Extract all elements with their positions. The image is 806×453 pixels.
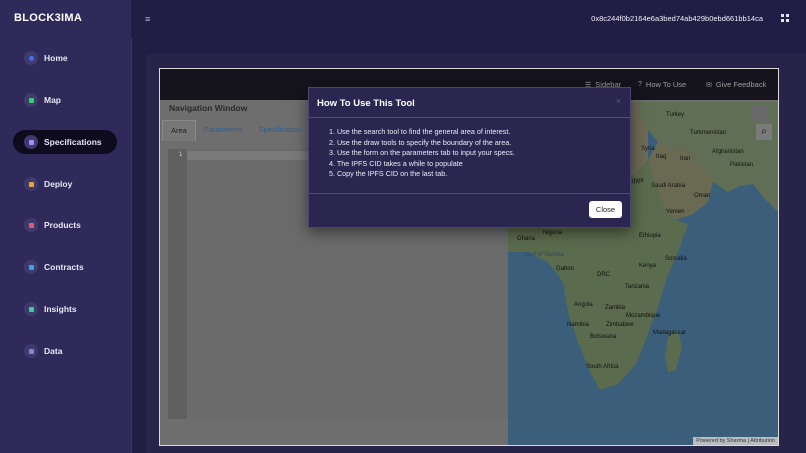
sidebar-item-specifications[interactable]: Specifications <box>13 130 117 154</box>
editor-gutter <box>168 149 187 419</box>
map-label: Turkmenistan <box>690 130 727 136</box>
map-label: Pakistan <box>730 162 754 168</box>
map-label: Syria <box>641 146 655 152</box>
close-button[interactable]: Close <box>589 201 622 218</box>
map-label: Saudi Arabia <box>651 183 686 189</box>
sidebar-item-label: Data <box>44 346 63 356</box>
top-bar: ≡ 0x8c244f0b2164e6a3bed74ab429b0ebd661bb… <box>131 0 806 38</box>
sidebar-item-home[interactable]: Home <box>13 46 117 70</box>
map-label: Yemen <box>666 209 685 215</box>
map-label: Nigeria <box>543 230 563 236</box>
sidebar-item-label: Contracts <box>44 262 84 272</box>
map-icon <box>24 93 38 107</box>
line-number: 1 <box>179 152 183 158</box>
navigation-window-title: Navigation Window <box>169 103 248 113</box>
insights-icon <box>24 302 38 316</box>
modal-divider <box>309 117 630 118</box>
map-label: Botswana <box>590 334 617 340</box>
close-icon[interactable]: × <box>616 96 621 106</box>
home-icon <box>24 51 38 65</box>
sidebar-item-label: Map <box>44 95 61 105</box>
modal-divider <box>309 193 630 194</box>
map-label: Kenya <box>639 263 657 269</box>
envelope-icon: ✉ <box>706 81 712 89</box>
how-to-use-link[interactable]: ? How To Use <box>638 80 686 89</box>
sidebar: BLOCK3IMA Home Map Specifications Deploy… <box>0 0 132 453</box>
map-label: Somalia <box>665 256 687 262</box>
map-label: Iraq <box>656 154 667 160</box>
instruction-step: 5. Copy the IPFS CID on the last tab. <box>329 169 448 179</box>
sidebar-item-map[interactable]: Map <box>13 88 117 112</box>
menu-toggle-icon[interactable]: ≡ <box>145 14 150 24</box>
map-label: Madagascar <box>653 330 687 336</box>
map-label: Oman <box>694 193 711 199</box>
tab-specification[interactable]: Specification <box>251 120 310 140</box>
map-label: Iran <box>680 156 691 162</box>
tab-area[interactable]: Area <box>162 120 196 141</box>
map-label: Mozambique <box>626 313 661 319</box>
map-label: South Africa <box>586 364 619 370</box>
sidebar-item-contracts[interactable]: Contracts <box>13 255 117 279</box>
layers-control-icon[interactable] <box>752 105 768 121</box>
question-icon: ? <box>638 81 642 88</box>
instruction-step: 4. The IPFS CID takes a while to populat… <box>329 158 463 168</box>
sidebar-item-products[interactable]: Products <box>13 213 117 237</box>
map-label: Gabon <box>556 266 575 272</box>
how-to-use-modal: How To Use This Tool × 1. Use the search… <box>308 87 631 228</box>
products-icon <box>24 218 38 232</box>
instruction-step: 2. Use the draw tools to specify the bou… <box>329 137 512 147</box>
map-label: DRC <box>597 272 610 278</box>
instruction-list: 1. Use the search tool to find the gener… <box>329 127 515 180</box>
tab-bar: Area Parameters Specification <box>162 120 310 141</box>
modal-title: How To Use This Tool <box>317 98 415 109</box>
tab-parameters[interactable]: Parameters <box>196 120 251 140</box>
sidebar-item-label: Deploy <box>44 179 73 189</box>
sidebar-item-insights[interactable]: Insights <box>13 297 117 321</box>
apps-grid-icon[interactable] <box>781 14 789 22</box>
specifications-icon <box>24 135 38 149</box>
sidebar-item-label: Insights <box>44 304 77 314</box>
instruction-step: 1. Use the search tool to find the gener… <box>329 127 511 136</box>
wallet-address: 0x8c244f0b2164e6a3bed74ab429b0ebd661bb14… <box>591 14 763 23</box>
map-label: Zimbabwe <box>606 322 634 328</box>
give-feedback-label: Give Feedback <box>715 80 767 89</box>
brand-logo[interactable]: BLOCK3IMA <box>14 12 82 24</box>
deploy-icon <box>24 177 38 191</box>
sidebar-item-label: Specifications <box>44 137 102 147</box>
map-attribution[interactable]: Powered by Sharma | Attribution <box>693 437 778 445</box>
map-label: Turkey <box>666 112 685 118</box>
sidebar-item-label: Home <box>44 53 68 63</box>
data-icon <box>24 344 38 358</box>
instruction-step: 3. Use the form on the parameters tab to… <box>329 148 515 158</box>
sidebar-item-deploy[interactable]: Deploy <box>13 172 117 196</box>
map-label: Ghana <box>517 236 536 242</box>
map-label: Ethiopia <box>639 233 661 239</box>
sidebar-item-label: Products <box>44 220 81 230</box>
map-label: Angola <box>574 302 593 308</box>
map-label: Zambia <box>605 305 626 311</box>
contracts-icon <box>24 260 38 274</box>
map-label: Tanzania <box>625 284 650 290</box>
map-label: Afghanistan <box>712 149 744 155</box>
search-control-icon[interactable]: ⌕ <box>756 124 772 140</box>
how-to-use-label: How To Use <box>645 80 687 89</box>
give-feedback-link[interactable]: ✉ Give Feedback <box>706 80 766 89</box>
sidebar-item-data[interactable]: Data <box>13 339 117 363</box>
map-label: Gulf of Guinea <box>525 252 564 258</box>
map-label: Namibia <box>567 322 590 328</box>
